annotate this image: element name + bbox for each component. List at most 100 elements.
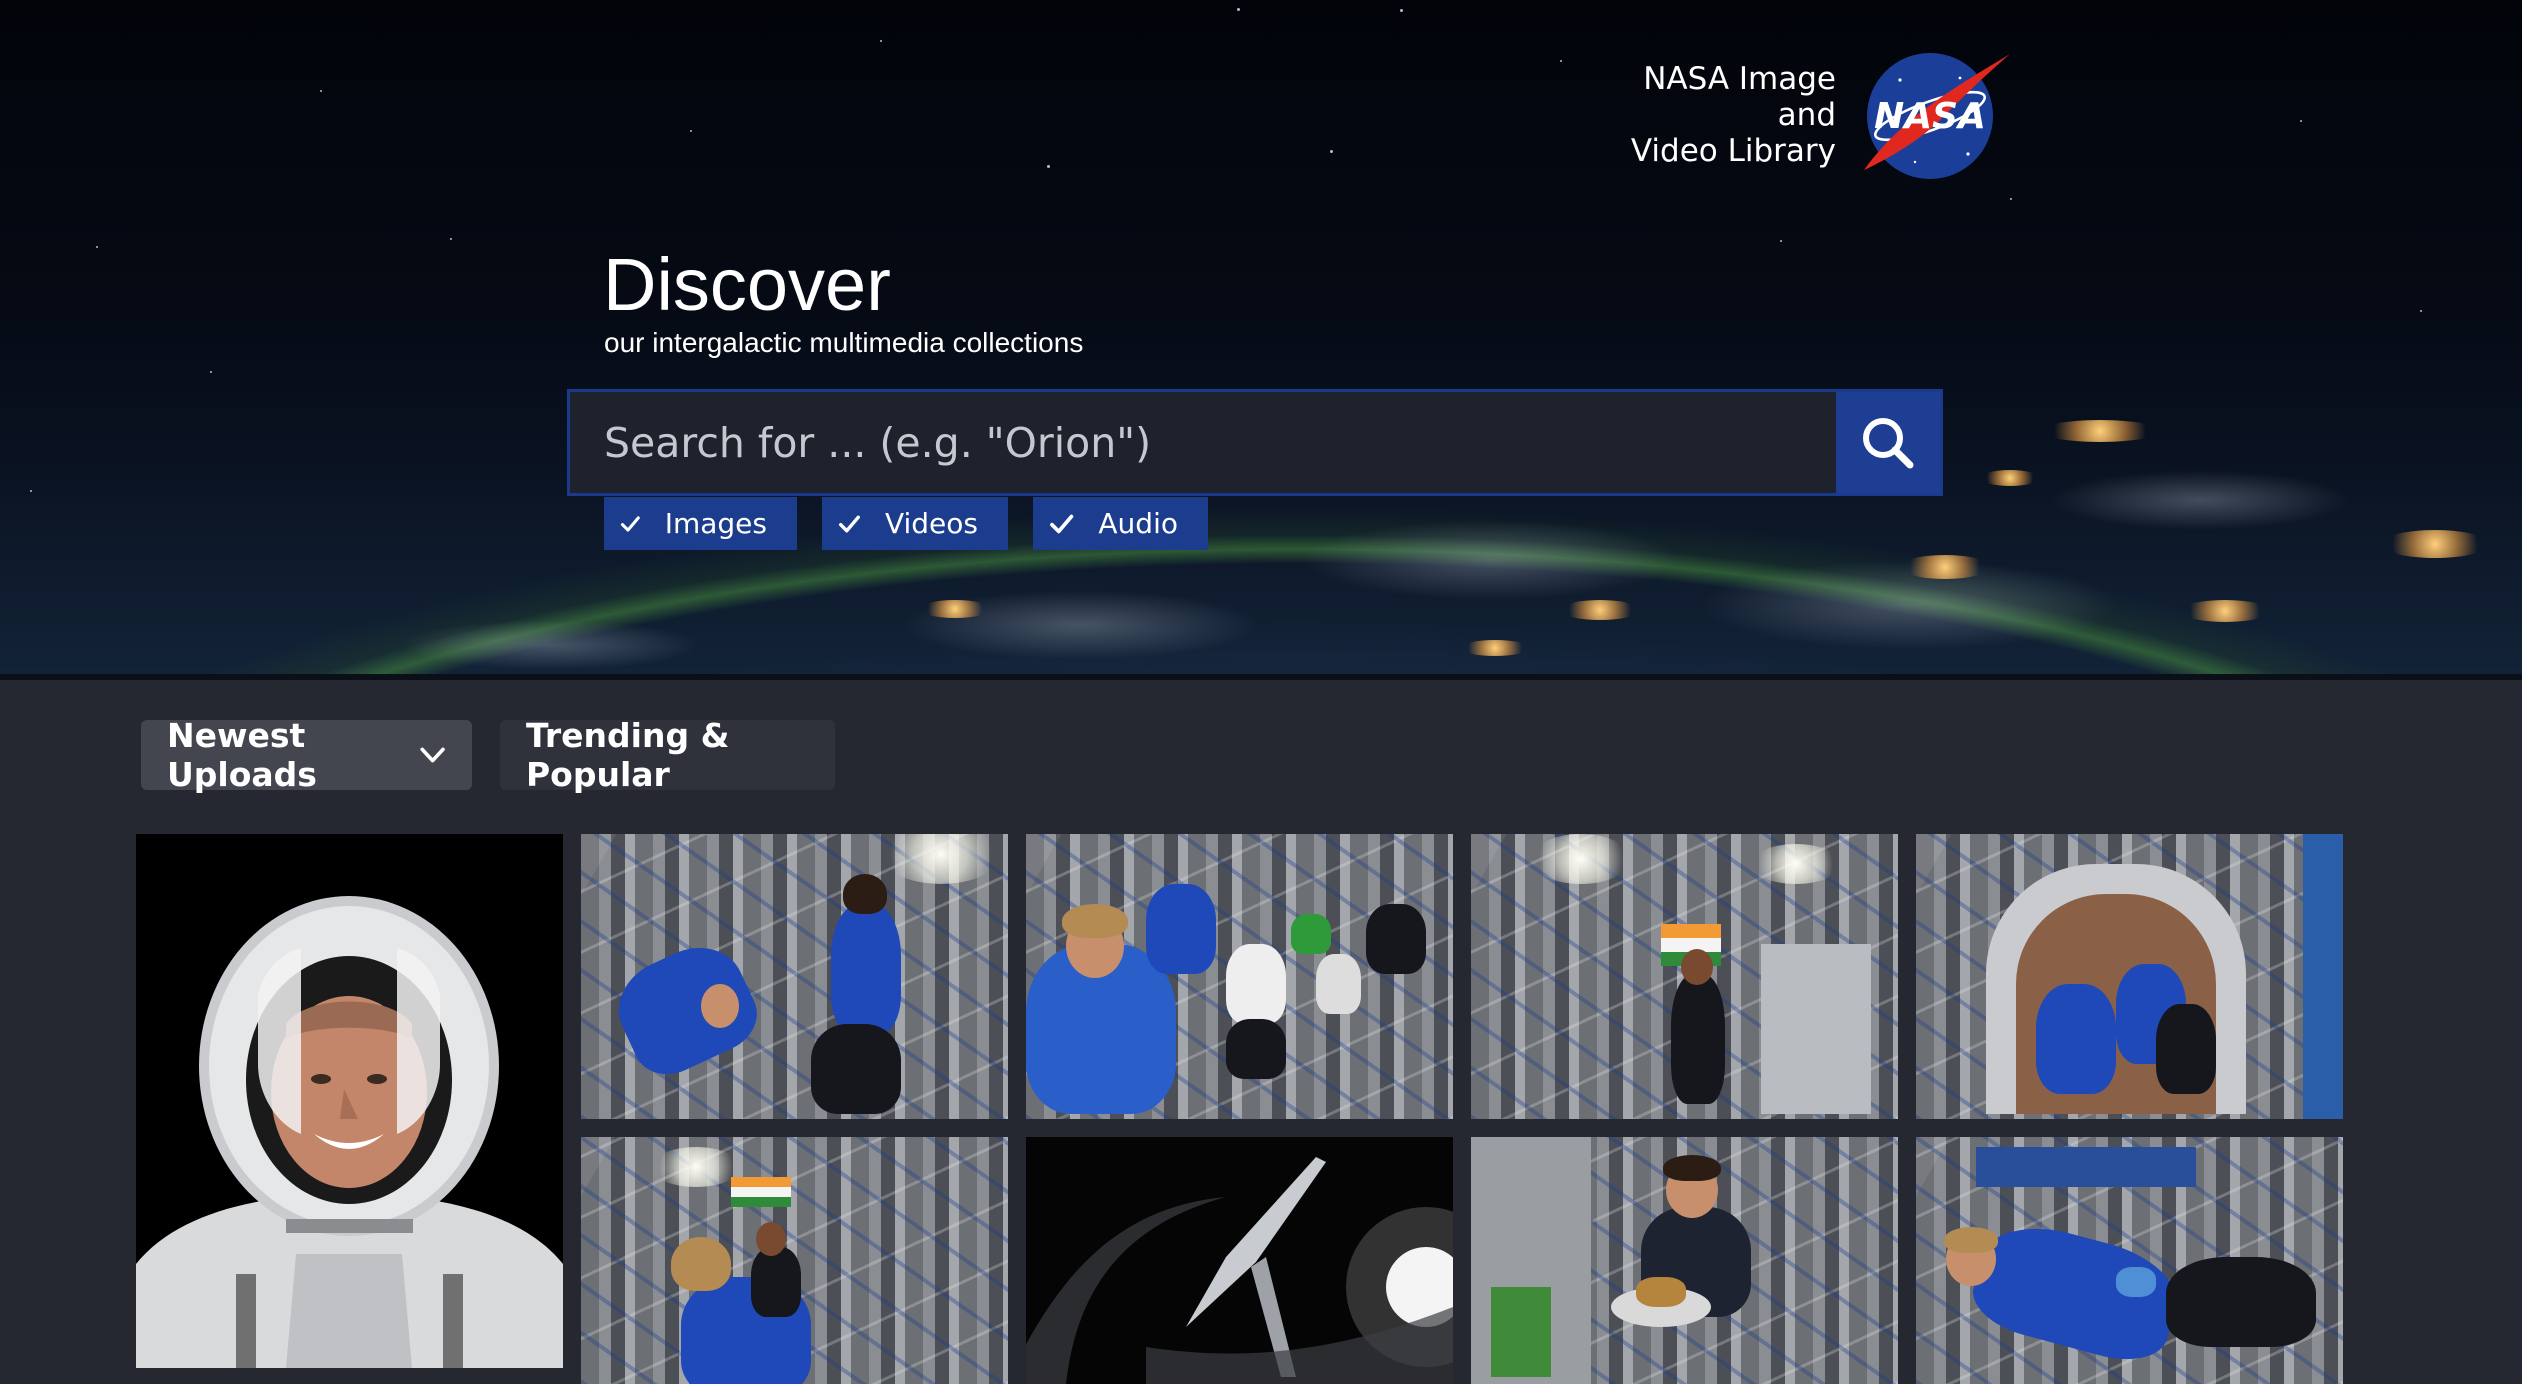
supplies [1491, 1287, 1551, 1377]
filter-images-label: Images [664, 507, 767, 540]
astronaut-hair [1062, 904, 1128, 938]
astronaut-portrait-image [136, 834, 563, 1368]
astronaut-figure [1316, 954, 1361, 1014]
astronaut-head [1681, 949, 1713, 985]
filter-videos-label: Videos [884, 507, 978, 540]
city-light [920, 600, 990, 618]
star [1560, 60, 1562, 62]
search-icon [1863, 417, 1914, 468]
star [1400, 9, 1403, 12]
tab-newest-uploads[interactable]: Newest Uploads [141, 716, 472, 794]
gallery-thumbnail[interactable] [1916, 834, 2343, 1119]
city-light [2040, 420, 2160, 442]
filter-videos-checkbox[interactable]: Videos [822, 497, 1008, 550]
astronaut-figure [2156, 1004, 2216, 1094]
nasa-logo-text: NASA [1874, 96, 1986, 137]
gallery-tabs: Newest Uploads Trending & Popular [141, 716, 835, 794]
city-light [1900, 555, 1990, 579]
light [651, 1147, 741, 1187]
astronaut-figure [1146, 884, 1216, 974]
cloud [1300, 520, 1680, 600]
page-subtitle: our intergalactic multimedia collections [604, 327, 1084, 358]
star [210, 371, 212, 373]
gloves [2116, 1267, 2156, 1297]
star [690, 130, 692, 132]
hero-divider [0, 674, 2522, 680]
media-type-filters: Images Videos Audio [604, 497, 1208, 550]
star [2420, 310, 2422, 312]
light [1531, 834, 1631, 884]
city-light [1460, 640, 1530, 656]
gallery-thumbnail[interactable] [581, 834, 1008, 1119]
star [320, 90, 322, 92]
brand-title-line2: Video Library [1630, 133, 1836, 169]
chevron-down-icon [420, 747, 445, 763]
check-icon [620, 515, 640, 532]
search-button[interactable] [1836, 392, 1940, 493]
astronaut-figure [1291, 914, 1331, 954]
brand[interactable]: NASA Image and Video Library NASA [1590, 50, 2020, 180]
equipment [1976, 1147, 2196, 1187]
astronaut-figure [1366, 904, 1426, 974]
tab-trending-popular-label: Trending & Popular [526, 716, 730, 794]
rack-panel [1761, 944, 1871, 1114]
city-light [2380, 530, 2490, 558]
gallery-thumbnail[interactable] [1026, 1137, 1453, 1384]
astronaut-pants [1226, 1019, 1286, 1079]
hero-banner: NASA Image and Video Library NASA Discov… [0, 0, 2522, 680]
spacecraft-image [1026, 1137, 1453, 1384]
filter-images-checkbox[interactable]: Images [604, 497, 797, 550]
astronaut-figure [1226, 944, 1286, 1024]
astronaut-figure [751, 1247, 801, 1317]
astronaut-hair [671, 1237, 731, 1291]
brand-title: NASA Image and Video Library [1590, 61, 1836, 169]
astronaut-figure [1671, 974, 1725, 1104]
nasa-logo-icon: NASA [1864, 53, 2010, 179]
gallery-thumbnail[interactable] [581, 1137, 1008, 1384]
star [96, 246, 98, 248]
rack-panel [2303, 834, 2343, 1119]
tab-trending-popular[interactable]: Trending & Popular [500, 716, 835, 794]
search-input[interactable] [570, 392, 1836, 493]
star [30, 490, 32, 492]
search-bar [567, 389, 1943, 496]
city-light [2180, 600, 2270, 622]
check-icon [1050, 514, 1074, 533]
astronaut-pants [811, 1024, 901, 1114]
star [1330, 150, 1333, 153]
astronaut-hair [843, 874, 887, 914]
cloud [400, 620, 700, 670]
star [1780, 240, 1782, 242]
astronaut-figure [831, 904, 901, 1034]
cloud [2050, 470, 2350, 530]
astronaut-hair [1663, 1155, 1721, 1181]
star [2010, 198, 2012, 200]
gallery-thumbnail[interactable] [1471, 1137, 1898, 1384]
city-light [1980, 470, 2040, 486]
astronaut-hair [1944, 1227, 1998, 1253]
astronaut-head [701, 984, 739, 1028]
astronaut-head [756, 1222, 786, 1256]
filter-audio-label: Audio [1098, 507, 1178, 540]
light [1751, 844, 1841, 884]
media-gallery [136, 834, 2343, 1384]
star [1237, 8, 1240, 11]
page-title: Discover [603, 243, 891, 326]
star [880, 40, 882, 42]
gallery-thumbnail[interactable] [136, 834, 563, 1368]
gallery-thumbnail[interactable] [1471, 834, 1898, 1119]
check-icon [839, 515, 860, 532]
tab-newest-uploads-label: Newest Uploads [167, 716, 317, 794]
india-flag-image [731, 1177, 791, 1207]
filter-audio-checkbox[interactable]: Audio [1033, 497, 1208, 550]
food-item [1636, 1277, 1686, 1307]
gallery-thumbnail[interactable] [1026, 834, 1453, 1119]
city-light [1560, 600, 1640, 620]
astronaut-pants [2166, 1257, 2316, 1347]
gallery-thumbnail[interactable] [1916, 1137, 2343, 1384]
astronaut-figure [2036, 984, 2116, 1094]
star [2300, 120, 2302, 122]
brand-title-line1: NASA Image and [1643, 61, 1836, 133]
star [1047, 165, 1050, 168]
star [450, 238, 452, 240]
